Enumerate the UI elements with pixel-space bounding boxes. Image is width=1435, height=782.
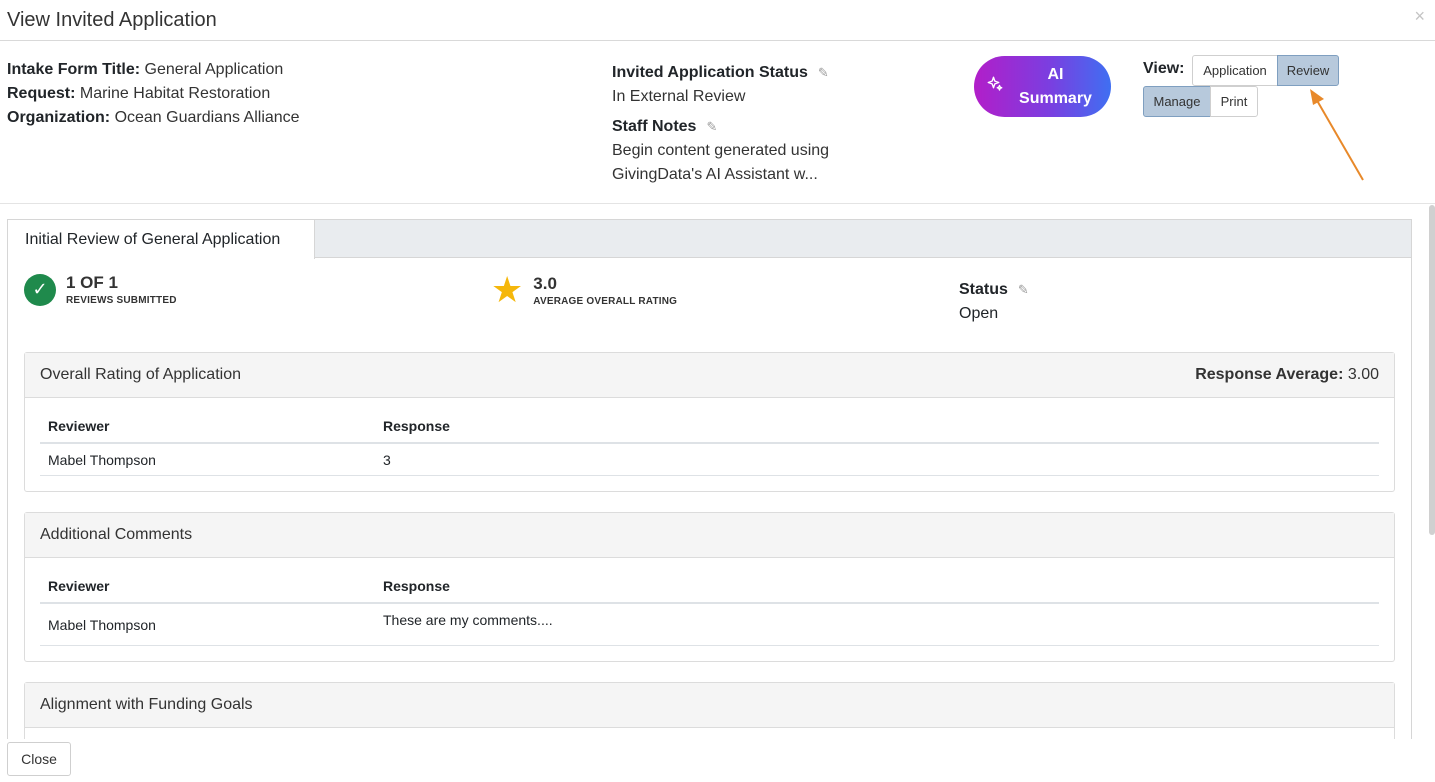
response-value: 3	[383, 451, 391, 468]
card-title: Overall Rating of Application	[40, 366, 241, 383]
review-status-value: Open	[959, 305, 999, 322]
question-card: Overall Rating of Application Response A…	[24, 352, 1395, 492]
tab-initial-review[interactable]: Initial Review of General Application	[8, 220, 315, 259]
close-button[interactable]: Close	[7, 742, 71, 776]
response-value: These are my comments....	[383, 612, 553, 628]
card-header: Alignment with Funding Goals	[25, 683, 1394, 728]
reviews-caption: REVIEWS SUBMITTED	[66, 295, 177, 306]
review-status: Status ✎ Open	[959, 278, 1030, 326]
ai-summary-label: AI Summary	[1006, 63, 1111, 111]
table-header-row: Reviewer Response	[40, 398, 1379, 444]
response-average: Response Average: 3.00	[1195, 366, 1379, 384]
reviewer-name: Mabel Thompson	[48, 451, 156, 468]
staff-notes-line1: Begin content generated using	[612, 142, 830, 159]
intake-form-label: Intake Form Title:	[7, 61, 141, 78]
staff-notes-line2: GivingData's AI Assistant w...	[612, 166, 818, 183]
table-header-row: Reviewer Response	[40, 558, 1379, 604]
question-card: Additional Comments Reviewer Response Ma…	[24, 512, 1395, 662]
reviews-count: 1 OF 1	[66, 273, 118, 292]
card-header: Overall Rating of Application Response A…	[25, 353, 1394, 398]
edit-pencil-icon[interactable]: ✎	[1018, 283, 1030, 296]
edit-pencil-icon[interactable]: ✎	[706, 120, 718, 133]
column-reviewer: Reviewer	[48, 418, 110, 434]
card-header: Additional Comments	[25, 513, 1394, 558]
table-row: Mabel Thompson These are my comments....	[40, 604, 1379, 646]
reviewer-name: Mabel Thompson	[48, 617, 156, 633]
application-status-heading: Invited Application Status ✎	[612, 61, 830, 85]
ai-summary-line2: Summary	[1019, 89, 1092, 107]
request-value: Marine Habitat Restoration	[79, 85, 271, 102]
organization-row: Organization: Ocean Guardians Alliance	[7, 106, 300, 130]
column-response: Response	[383, 418, 450, 434]
scrollbar[interactable]	[1429, 205, 1435, 535]
tab-bar: Initial Review of General Application	[8, 220, 1411, 259]
review-status-label: Status	[959, 281, 1008, 298]
view-manage-button[interactable]: Manage	[1143, 86, 1211, 117]
ai-summary-line1: AI	[1047, 65, 1064, 83]
status-block: Invited Application Status ✎ In External…	[612, 61, 830, 187]
review-status-heading: Status ✎	[959, 278, 1030, 302]
view-label: View:	[1143, 60, 1185, 77]
ai-summary-button[interactable]: AI Summary	[974, 56, 1111, 117]
intake-form-row: Intake Form Title: General Application	[7, 58, 300, 82]
sparkle-icon	[986, 75, 1006, 98]
reviews-submitted-stat: ✓ 1 OF 1 REVIEWS SUBMITTED	[24, 273, 177, 306]
rating-value: 3.0	[533, 273, 557, 293]
annotation-arrow-icon	[1310, 89, 1364, 181]
application-info: Intake Form Title: General Application R…	[7, 58, 300, 130]
table-row: Mabel Thompson 3	[40, 444, 1379, 476]
staff-notes-heading: Staff Notes ✎	[612, 115, 830, 139]
application-status-label: Invited Application Status	[612, 64, 808, 81]
card-title: Additional Comments	[40, 526, 193, 543]
organization-label: Organization:	[7, 109, 111, 126]
modal-title: View Invited Application	[7, 9, 217, 31]
intake-form-value: General Application	[144, 61, 284, 78]
view-review-button[interactable]: Review	[1277, 55, 1339, 86]
close-icon[interactable]: ×	[1414, 6, 1425, 27]
section-divider	[0, 203, 1435, 204]
modal-header: View Invited Application ×	[0, 0, 1435, 41]
responses-table: Reviewer Response Mabel Thompson 3	[40, 398, 1379, 491]
request-label: Request:	[7, 85, 76, 102]
organization-value: Ocean Guardians Alliance	[114, 109, 300, 126]
review-panel: Initial Review of General Application ✓ …	[7, 219, 1412, 739]
view-application-button[interactable]: Application	[1192, 55, 1278, 86]
column-reviewer: Reviewer	[48, 578, 110, 594]
staff-notes-label: Staff Notes	[612, 118, 697, 135]
responses-table: Reviewer Response Mabel Thompson These a…	[40, 558, 1379, 661]
check-circle-icon: ✓	[24, 273, 56, 306]
request-row: Request: Marine Habitat Restoration	[7, 82, 300, 106]
edit-pencil-icon[interactable]: ✎	[818, 66, 830, 79]
view-print-button[interactable]: Print	[1210, 86, 1258, 117]
card-title: Alignment with Funding Goals	[40, 696, 253, 713]
response-average-label: Response Average:	[1195, 366, 1344, 383]
question-card: Alignment with Funding Goals	[24, 682, 1395, 739]
column-response: Response	[383, 578, 450, 594]
application-status-value: In External Review	[612, 88, 746, 105]
average-rating-stat: ★ 3.0 AVERAGE OVERALL RATING	[491, 269, 678, 310]
response-average-value: 3.00	[1347, 366, 1379, 383]
rating-caption: AVERAGE OVERALL RATING	[533, 295, 678, 307]
star-icon: ★	[491, 269, 524, 310]
